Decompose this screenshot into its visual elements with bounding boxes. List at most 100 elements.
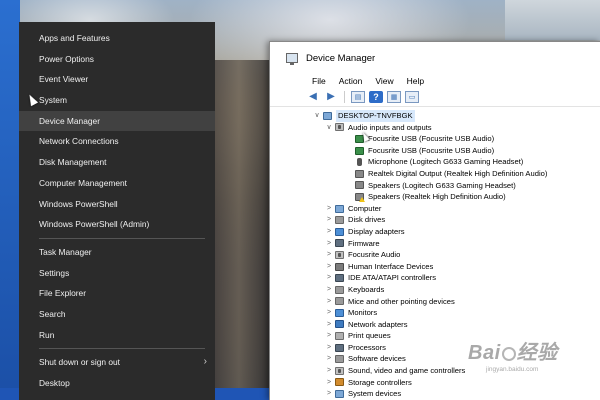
expand-right-icon[interactable]: > [325, 272, 333, 284]
mic-device-icon [357, 158, 362, 167]
tree-category-keyboards[interactable]: > Keyboards [270, 284, 600, 296]
tree-node-label: Microphone (Logitech G633 Gaming Headset… [368, 157, 524, 167]
expand-right-icon[interactable]: > [325, 388, 333, 400]
speaker-device-icon [355, 169, 364, 178]
expand-right-icon[interactable]: > [325, 330, 333, 342]
desktop-edge [0, 0, 20, 400]
menu-help[interactable]: Help [407, 76, 424, 86]
menu-item-label: Device Manager [39, 115, 100, 126]
tree-root-computer[interactable]: ∨ DESKTOP-TNVFBGK [270, 110, 600, 122]
menu-item-label: Task Manager [39, 246, 92, 257]
menu-item-shut-down-or-sign-out[interactable]: Shut down or sign out › [19, 352, 215, 373]
tree-category-human-interface-devices[interactable]: > Human Interface Devices [270, 261, 600, 273]
expand-right-icon[interactable]: > [325, 365, 333, 377]
monitor-icon[interactable]: ▭ [405, 90, 419, 103]
menu-item-file-explorer[interactable]: File Explorer [19, 283, 215, 304]
tree-node-label: Realtek Digital Output (Realtek High Def… [368, 168, 548, 178]
tree-category-disk-drives[interactable]: > Disk drives [270, 214, 600, 226]
tree-node-label: Storage controllers [348, 377, 412, 387]
computer-device-icon [323, 111, 332, 120]
menu-item-windows-powershell[interactable]: Windows PowerShell [19, 194, 215, 215]
menu-item-label: Run [39, 329, 55, 340]
tree-device-audio[interactable]: Microphone (Logitech G633 Gaming Headset… [270, 156, 600, 168]
expand-right-icon[interactable]: > [325, 353, 333, 365]
menu-item-task-manager[interactable]: Task Manager [19, 242, 215, 263]
menu-separator [39, 237, 205, 239]
tree-node-label: System devices [348, 389, 402, 399]
tree-category-network-adapters[interactable]: > Network adapters [270, 319, 600, 331]
menu-item-computer-management[interactable]: Computer Management [19, 173, 215, 194]
tree-device-audio[interactable]: Speakers (Realtek High Definition Audio) [270, 191, 600, 203]
power-user-menu: Apps and Features Power Options Event View… [19, 22, 215, 400]
expand-right-icon[interactable]: > [325, 203, 333, 215]
expand-right-icon[interactable]: > [325, 249, 333, 261]
expand-right-icon[interactable]: > [325, 226, 333, 238]
back-arrow-icon[interactable]: ◀ [306, 91, 320, 103]
tree-node-label: Focusrite USB (Focusrite USB Audio) [368, 145, 495, 155]
expand-right-icon[interactable]: > [325, 261, 333, 273]
menu-item-run[interactable]: Run [19, 325, 215, 346]
tree-category-system-devices[interactable]: > System devices [270, 388, 600, 400]
help-icon[interactable]: ? [369, 90, 383, 103]
menu-item-desktop[interactable]: Desktop [19, 373, 215, 394]
forward-arrow-icon[interactable]: ▶ [324, 91, 338, 103]
menu-item-disk-management[interactable]: Disk Management [19, 152, 215, 173]
properties-sheet-icon[interactable]: ▦ [387, 90, 401, 103]
menu-item-device-manager[interactable]: Device Manager [19, 110, 215, 132]
menu-item-label: Windows PowerShell (Admin) [39, 219, 150, 230]
menu-view[interactable]: View [375, 76, 393, 86]
expand-right-icon[interactable]: > [325, 307, 333, 319]
menu-file[interactable]: File [312, 76, 326, 86]
chip-device-icon [335, 274, 344, 283]
menu-item-event-viewer[interactable]: Event Viewer [19, 69, 215, 90]
menu-item-power-options[interactable]: Power Options [19, 49, 215, 70]
expand-right-icon[interactable]: > [325, 319, 333, 331]
menu-item-label: Windows PowerShell [39, 198, 118, 209]
tree-category-audio-inputs[interactable]: ∨ Audio inputs and outputs [270, 122, 600, 134]
expand-down-icon[interactable]: ∨ [325, 122, 333, 134]
gray-device-icon [335, 216, 344, 225]
menu-item-windows-powershell-admin[interactable]: Windows PowerShell (Admin) [19, 214, 215, 235]
tree-node-label: Computer [348, 203, 382, 213]
expand-right-icon[interactable]: > [325, 342, 333, 354]
printer-device-icon [335, 332, 344, 341]
tree-node-label: Firmware [348, 238, 380, 248]
toolbar-separator [344, 90, 345, 103]
tree-node-label: Monitors [348, 308, 378, 318]
tree-category-computer[interactable]: > Computer [270, 203, 600, 215]
tree-device-audio[interactable]: Speakers (Logitech G633 Gaming Headset) [270, 180, 600, 192]
menu-item-label: Apps and Features [39, 33, 110, 43]
menu-item-label: File Explorer [39, 288, 87, 299]
menu-item-label: Settings [39, 267, 70, 278]
tree-category-display-adapters[interactable]: > Display adapters [270, 226, 600, 238]
tree-category-mice-and-other-pointing-devices[interactable]: > Mice and other pointing devices [270, 296, 600, 308]
tree-device-audio[interactable]: Realtek Digital Output (Realtek High Def… [270, 168, 600, 180]
expand-right-icon[interactable]: > [325, 214, 333, 226]
tree-category-ide-ata-atapi-controllers[interactable]: > IDE ATA/ATAPI controllers [270, 272, 600, 284]
tree-node-label: Focusrite USB (Focusrite USB Audio) [368, 134, 495, 144]
expand-down-icon[interactable]: ∨ [313, 110, 321, 122]
watermark: Bai 经验 jingyan.baidu.com [468, 336, 596, 384]
tree-category-monitors[interactable]: > Monitors [270, 307, 600, 319]
tree-category-focusrite-audio[interactable]: > Focusrite Audio [270, 249, 600, 261]
menu-item-network-connections[interactable]: Network Connections [19, 131, 215, 152]
watermark-text-left: Bai [468, 342, 501, 364]
menu-item-settings[interactable]: Settings [19, 263, 215, 284]
menu-item-label: Desktop [39, 378, 70, 388]
tree-category-firmware[interactable]: > Firmware [270, 238, 600, 250]
menu-action[interactable]: Action [339, 76, 363, 86]
monitor-device-icon [335, 227, 344, 236]
menu-item-search[interactable]: Search [19, 304, 215, 325]
menu-item-label: Search [39, 308, 66, 319]
tree-device-audio[interactable]: Focusrite USB (Focusrite USB Audio) [270, 145, 600, 157]
expand-right-icon[interactable]: > [325, 377, 333, 389]
device-manager-icon [286, 53, 298, 65]
menu-item-system[interactable]: System [19, 90, 215, 111]
menu-item-apps-and-features[interactable]: Apps and Features [19, 28, 215, 49]
expand-right-icon[interactable]: > [325, 238, 333, 250]
expand-right-icon[interactable]: > [325, 296, 333, 308]
tree-device-audio[interactable]: Focusrite USB (Focusrite USB Audio) [270, 133, 600, 145]
title-bar[interactable]: Device Manager [270, 42, 600, 74]
properties-icon[interactable]: ▤ [351, 90, 365, 103]
expand-right-icon[interactable]: > [325, 284, 333, 296]
